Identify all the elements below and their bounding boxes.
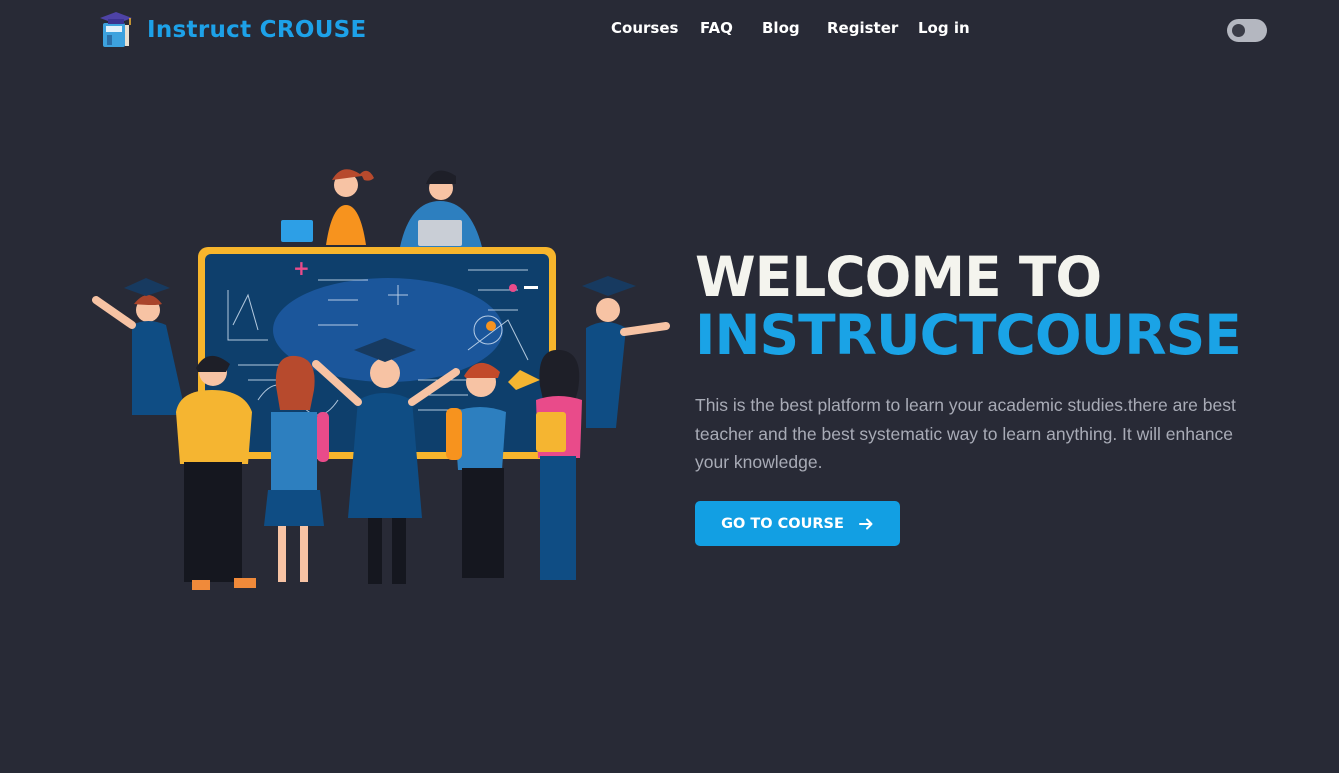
navbar: Instruct CROUSE Courses FAQ Blog Registe… [0, 0, 1339, 60]
nav-link-courses[interactable]: Courses [611, 19, 678, 37]
brand-name: Instruct CROUSE [147, 16, 367, 43]
nav-link-login[interactable]: Log in [918, 19, 970, 37]
arrow-right-icon [858, 518, 873, 529]
hero-description: This is the best platform to learn your … [695, 395, 1236, 472]
hero-text: WELCOME TO INSTRUCTCOURSE This is the be… [695, 245, 1295, 546]
hero-title-line-1: WELCOME TO [695, 245, 1102, 309]
students-blackboard-illustration: + [92, 169, 670, 590]
nav-link-blog[interactable]: Blog [762, 19, 800, 37]
hero-title-line-2: INSTRUCTCOURSE [695, 303, 1242, 367]
brand[interactable]: Instruct CROUSE [99, 11, 367, 48]
go-to-course-label: GO TO COURSE [721, 515, 844, 532]
theme-toggle[interactable] [1227, 19, 1267, 42]
toggle-knob [1232, 24, 1245, 37]
nav-link-register[interactable]: Register [827, 19, 898, 37]
svg-text:+: + [293, 256, 310, 280]
book-graduation-cap-icon [100, 12, 132, 47]
nav-link-faq[interactable]: FAQ [700, 19, 733, 37]
go-to-course-button[interactable]: GO TO COURSE [695, 501, 900, 546]
